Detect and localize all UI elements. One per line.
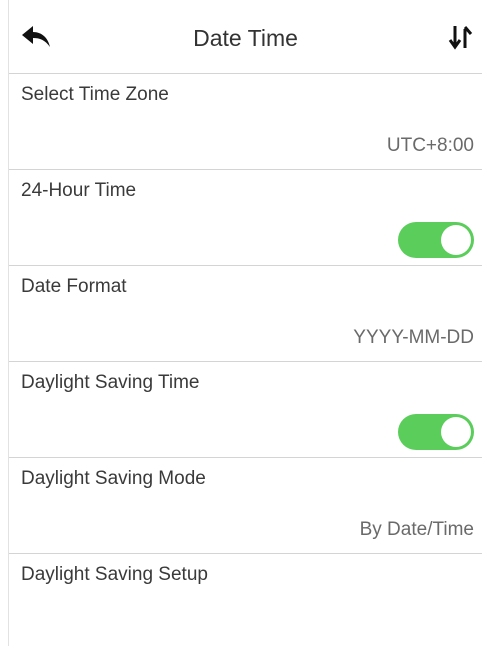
setting-label-daylight-saving-time: Daylight Saving Time [21,372,200,393]
setting-label-daylight-saving-mode: Daylight Saving Mode [21,468,206,489]
setting-row-time-zone[interactable]: Select Time Zone UTC+8:00 [9,74,482,170]
setting-row-daylight-saving-time[interactable]: Daylight Saving Time [9,362,482,458]
daylight-saving-time-toggle[interactable] [398,414,474,450]
sort-arrows-icon [448,26,473,50]
setting-value-time-zone: UTC+8:00 [386,135,474,156]
setting-row-date-format[interactable]: Date Format YYYY-MM-DD [9,266,482,362]
setting-label-date-format: Date Format [21,276,127,297]
setting-row-24-hour-time[interactable]: 24-Hour Time [9,170,482,266]
date-time-screen: Date Time Select Time Zone UTC+8:00 24-H… [8,0,482,646]
setting-label-24-hour-time: 24-Hour Time [21,180,137,201]
setting-row-daylight-saving-setup[interactable]: Daylight Saving Setup [9,554,482,646]
toggle-knob [441,417,471,447]
setting-value-date-format: YYYY-MM-DD [353,327,474,348]
sort-button[interactable] [442,22,478,52]
setting-label-daylight-saving-setup: Daylight Saving Setup [21,564,208,585]
24-hour-time-toggle[interactable] [398,222,474,258]
header-bar: Date Time [9,0,482,74]
setting-row-daylight-saving-mode[interactable]: Daylight Saving Mode By Date/Time [9,458,482,554]
setting-value-daylight-saving-mode: By Date/Time [359,519,474,540]
setting-label-time-zone: Select Time Zone [21,84,169,105]
page-title: Date Time [193,25,298,51]
toggle-knob [441,225,471,255]
